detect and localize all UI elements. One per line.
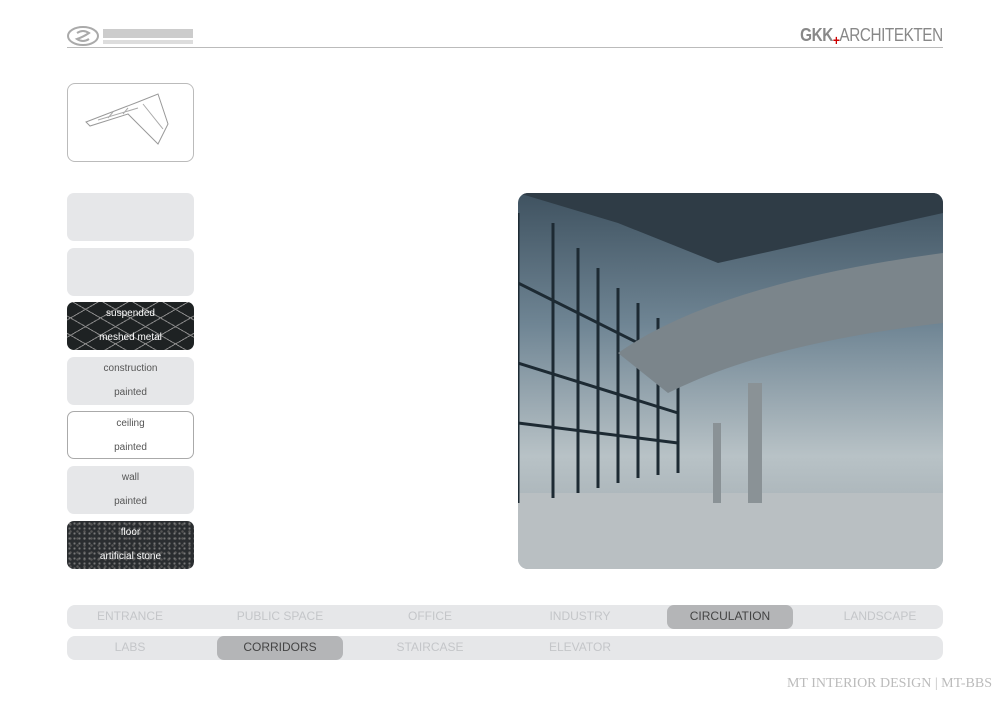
material-tile[interactable]: wall painted <box>67 466 194 514</box>
nav-item-industry[interactable]: INDUSTRY <box>517 605 643 629</box>
header-divider <box>67 47 943 48</box>
material-label: painted <box>114 496 147 507</box>
project-photo <box>518 193 943 569</box>
material-label: wall <box>121 472 140 483</box>
site-plan-thumbnail[interactable] <box>67 83 194 162</box>
material-label: painted <box>114 387 147 398</box>
material-label: ceiling <box>116 418 145 429</box>
material-tile[interactable]: floor artificial stone <box>67 521 194 569</box>
nav-item-labs[interactable]: LABS <box>67 636 193 660</box>
logo <box>67 26 193 46</box>
material-label: construction <box>103 363 158 374</box>
nav-item-circulation[interactable]: CIRCULATION <box>667 605 793 629</box>
nav-item-entrance[interactable]: ENTRANCE <box>67 605 193 629</box>
material-tile[interactable] <box>67 248 194 296</box>
watermark: MT INTERIOR DESIGN | MT-BBS <box>786 676 992 691</box>
brand-logo: GKK+ARCHITEKTEN <box>800 25 943 48</box>
subcategory-nav: LABS CORRIDORS STAIRCASE ELEVATOR <box>67 636 943 660</box>
nav-item-staircase[interactable]: STAIRCASE <box>367 636 493 660</box>
material-label: floor <box>120 527 141 538</box>
material-tile[interactable]: suspended meshed metal <box>67 302 194 350</box>
nav-item-public-space[interactable]: PUBLIC SPACE <box>217 605 343 629</box>
nav-item-office[interactable]: OFFICE <box>367 605 493 629</box>
material-label: meshed metal <box>99 332 162 343</box>
nav-item-landscape[interactable]: LANDSCAPE <box>817 605 943 629</box>
material-label: painted <box>114 442 147 453</box>
material-tile[interactable] <box>67 193 194 241</box>
material-label: suspended <box>106 308 155 319</box>
material-tile[interactable]: construction painted <box>67 357 194 405</box>
nav-item-corridors[interactable]: CORRIDORS <box>217 636 343 660</box>
nav-item-elevator[interactable]: ELEVATOR <box>517 636 643 660</box>
material-tile[interactable]: ceiling painted <box>67 411 194 459</box>
material-label: artificial stone <box>99 551 162 562</box>
category-nav: ENTRANCE PUBLIC SPACE OFFICE INDUSTRY CIRCUL… <box>67 605 943 629</box>
